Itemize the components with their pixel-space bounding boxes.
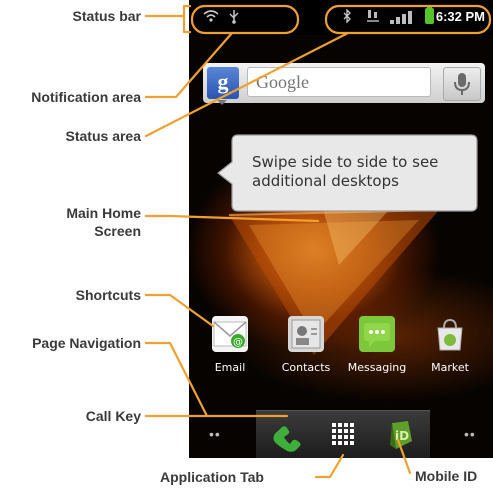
battery-icon xyxy=(425,5,434,24)
call-key-button[interactable] xyxy=(256,411,314,458)
microphone-icon xyxy=(454,73,470,95)
phone-screen: 6:32 PM g Swipe side to side to see addi… xyxy=(189,0,493,458)
callout-call-key: Call Key xyxy=(85,408,141,424)
shortcut-label: Market xyxy=(431,361,469,374)
phone-icon xyxy=(273,426,301,452)
email-icon: @ xyxy=(212,316,248,352)
shortcut-label: Email xyxy=(214,361,246,374)
callout-notification-area: Notification area xyxy=(31,89,141,105)
voice-search-button[interactable] xyxy=(443,67,481,101)
signal-icon xyxy=(390,11,416,24)
bluetooth-icon xyxy=(342,8,352,27)
google-logo-button[interactable]: g xyxy=(207,67,239,99)
status-time: 6:32 PM xyxy=(435,9,485,24)
search-input[interactable] xyxy=(247,67,431,97)
callout-application-tab: Application Tab xyxy=(160,469,264,485)
svg-text:@: @ xyxy=(233,337,243,348)
page-nav-right[interactable]: •• xyxy=(464,426,476,442)
callout-shortcuts: Shortcuts xyxy=(75,287,141,303)
page-nav-left[interactable]: •• xyxy=(209,426,221,442)
callout-main-home-line1: Main Home xyxy=(66,205,141,221)
messaging-icon xyxy=(359,316,395,352)
wifi-icon xyxy=(203,9,219,26)
shortcut-messaging[interactable]: Messaging xyxy=(341,316,413,380)
shortcut-market[interactable]: Market xyxy=(414,316,486,380)
status-bar[interactable]: 6:32 PM xyxy=(189,0,493,35)
google-search-widget[interactable]: g xyxy=(203,63,485,105)
shortcut-label: Messaging xyxy=(347,361,407,374)
application-tab-button[interactable] xyxy=(314,411,372,458)
shortcut-email[interactable]: @ Email xyxy=(194,316,266,380)
svg-text:iD: iD xyxy=(395,429,409,443)
contacts-icon xyxy=(288,316,324,352)
data-icon xyxy=(366,9,380,27)
callout-status-area: Status area xyxy=(65,128,141,144)
callout-main-home-line2: Screen xyxy=(94,223,141,239)
callout-page-navigation: Page Navigation xyxy=(32,335,141,351)
shortcut-contacts[interactable]: Contacts xyxy=(270,316,342,380)
tooltip-text: Swipe side to side to see additional des… xyxy=(252,153,439,190)
mobile-id-button[interactable]: iD xyxy=(372,411,430,458)
app-grid-icon xyxy=(332,423,354,445)
dropdown-arrow-icon xyxy=(217,100,227,105)
usb-icon xyxy=(228,9,240,27)
dock-bar: iD xyxy=(256,410,430,458)
callout-status-bar: Status bar xyxy=(72,8,141,24)
shortcut-label: Contacts xyxy=(281,361,331,374)
swipe-hint-tooltip: Swipe side to side to see additional des… xyxy=(216,134,479,212)
market-icon xyxy=(432,316,468,352)
callout-mobile-id: Mobile ID xyxy=(415,468,478,484)
mobile-id-icon: iD xyxy=(390,421,412,449)
